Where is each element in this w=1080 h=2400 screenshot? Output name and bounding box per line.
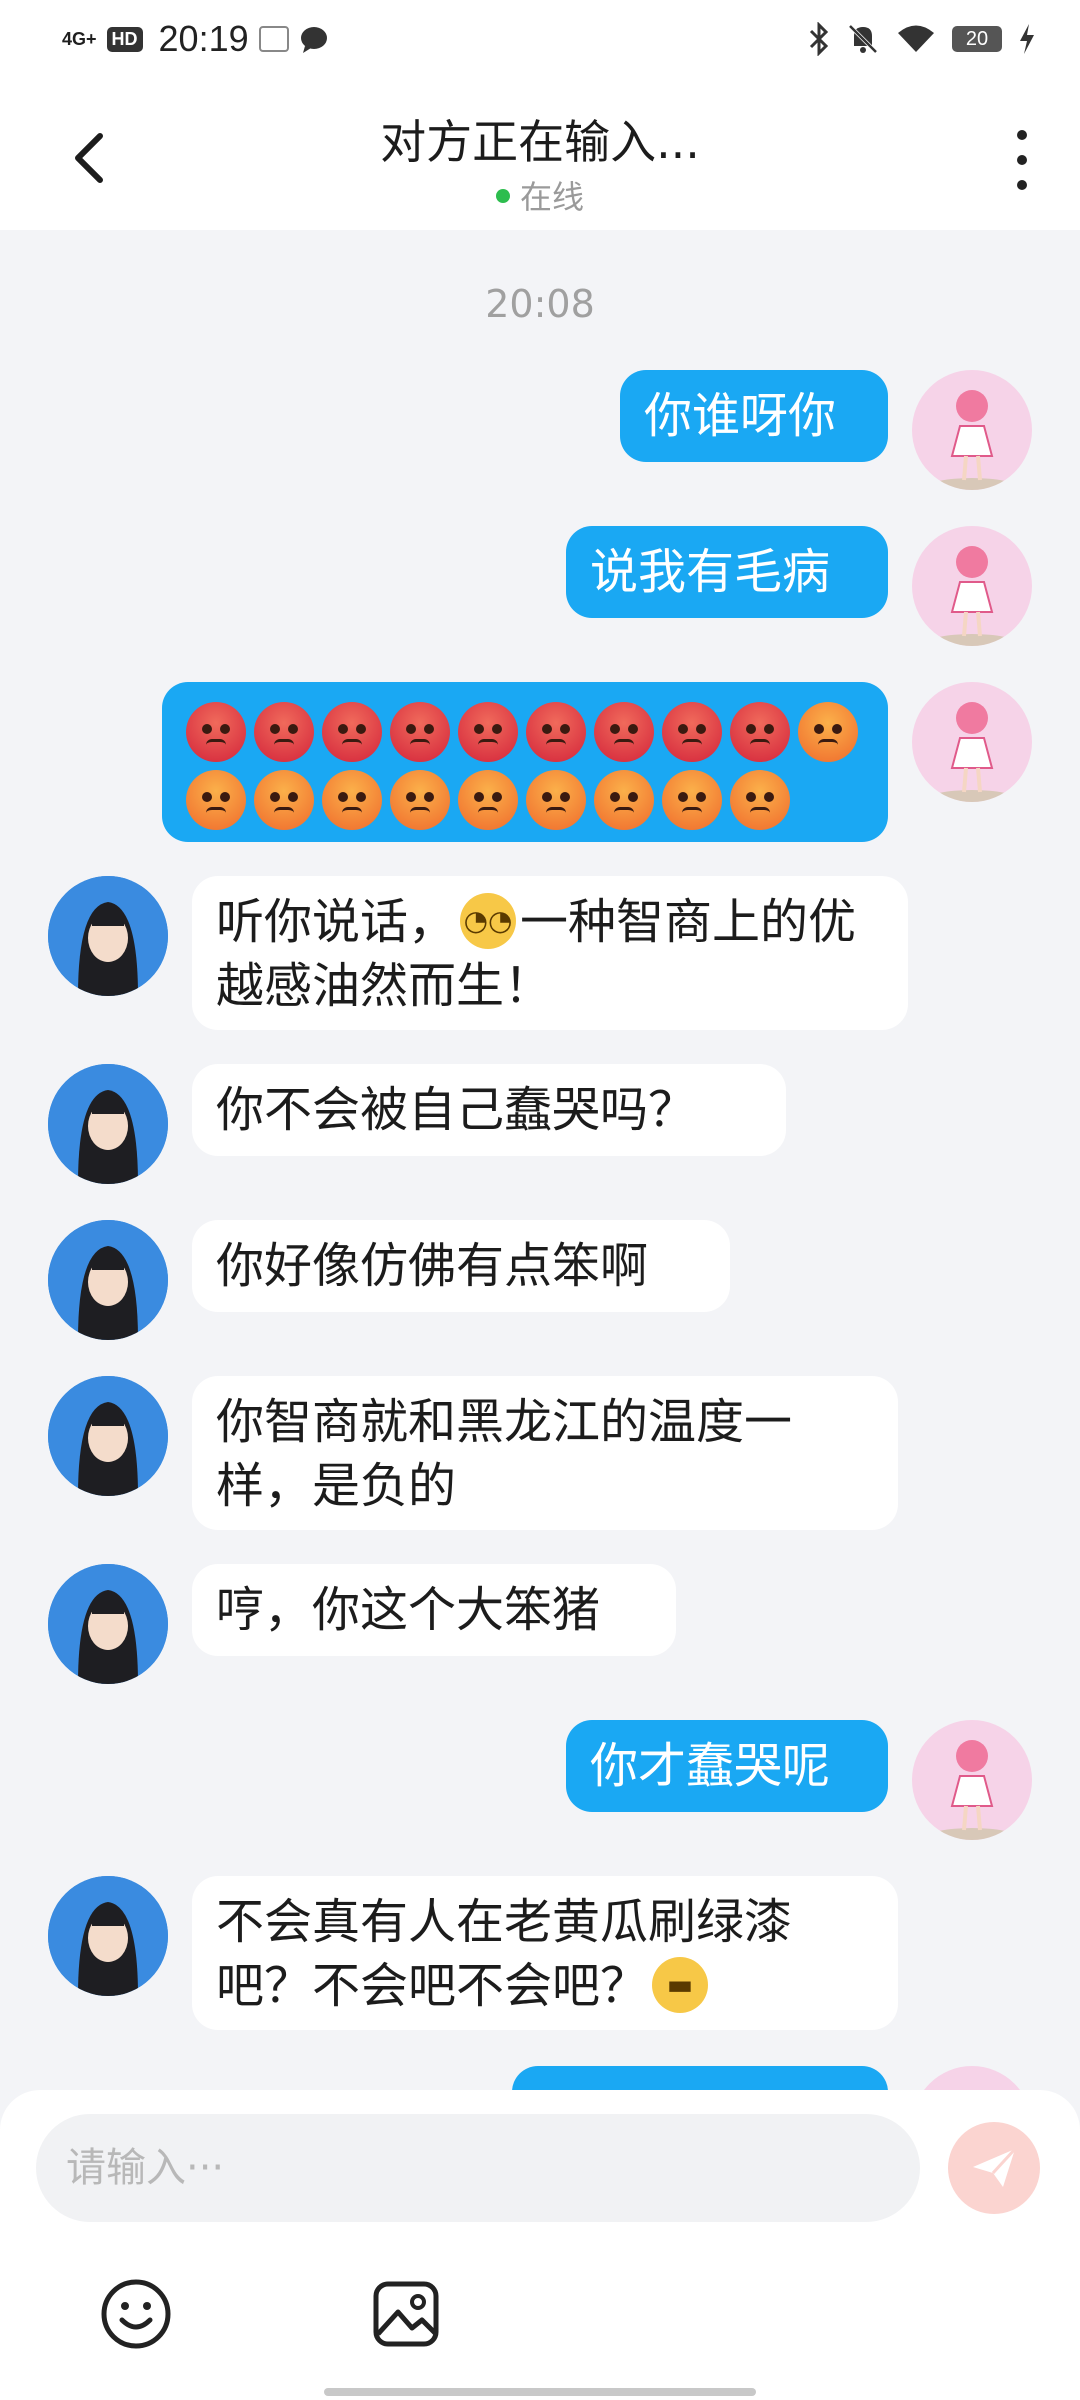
chat-title: 对方正在输入... — [380, 115, 700, 169]
home-indicator[interactable] — [324, 2388, 756, 2396]
my-avatar[interactable] — [912, 1720, 1032, 1840]
message-bubble-received[interactable]: 听你说话， ◔◔ 一种智商上的优越感油然而生！ — [192, 876, 908, 1030]
network-indicator: 4G+ — [62, 29, 97, 49]
message-bubble-received[interactable]: 你好像仿佛有点笨啊 — [192, 1220, 730, 1312]
send-icon — [973, 2147, 1017, 2187]
angry-face-icon — [662, 770, 722, 830]
angry-face-icon — [322, 702, 382, 762]
contact-avatar[interactable] — [48, 1064, 168, 1184]
angry-face-icon — [526, 702, 586, 762]
message-timestamp: 20:08 — [485, 282, 595, 326]
angry-face-icon — [594, 702, 654, 762]
bluetooth-icon — [809, 22, 829, 56]
angry-face-icon — [730, 770, 790, 830]
angry-emoji-group — [186, 696, 866, 830]
angry-face-icon — [730, 702, 790, 762]
message-bubble-sent[interactable]: 你才蠢哭呢 — [566, 1720, 888, 1812]
angry-face-icon — [798, 702, 858, 762]
message-bubble-sent[interactable]: 说我有毛病 — [566, 526, 888, 618]
eye-roll-emoji-icon: ◔◔ — [460, 893, 517, 949]
angry-face-icon — [322, 770, 382, 830]
my-avatar[interactable] — [912, 682, 1032, 802]
contact-avatar[interactable] — [48, 1376, 168, 1496]
gallery-notification-icon — [258, 26, 289, 52]
my-avatar[interactable] — [912, 2066, 1032, 2090]
angry-face-icon — [186, 770, 246, 830]
battery-indicator: 20 — [952, 26, 1002, 52]
message-text: 听你说话， — [216, 894, 457, 950]
hd-badge: HD — [106, 26, 143, 52]
angry-face-icon — [254, 702, 314, 762]
message-list[interactable]: 20:08 你谁呀你 说我有毛病 听你说话， ◔◔ 一种智商上的优越感油然而生！… — [0, 230, 1080, 2090]
message-bubble-received[interactable]: 不会真有人在老黄瓜刷绿漆吧？不会吧不会吧？ ▬ — [192, 1876, 898, 2030]
message-bubble-sent-emoji[interactable] — [162, 682, 888, 842]
angry-face-icon — [526, 770, 586, 830]
my-avatar[interactable] — [912, 526, 1032, 646]
message-bubble-received[interactable]: 哼，你这个大笨猪 — [192, 1564, 676, 1656]
status-bar: 4G+ HD 20:19 20 — [0, 0, 1080, 86]
message-bubble-received[interactable]: 你不会被自己蠢哭吗？ — [192, 1064, 786, 1156]
angry-face-icon — [390, 770, 450, 830]
status-time: 20:19 — [158, 18, 249, 59]
send-button[interactable] — [948, 2122, 1040, 2214]
contact-avatar[interactable] — [48, 1564, 168, 1684]
online-dot-icon — [495, 189, 510, 203]
contact-avatar[interactable] — [48, 876, 168, 996]
smiley-icon — [101, 2279, 171, 2349]
emoji-button[interactable] — [98, 2276, 174, 2352]
angry-face-icon — [254, 770, 314, 830]
message-input[interactable]: 请输入··· — [36, 2114, 920, 2222]
message-bubble-sent[interactable]: 你谁呀你 — [620, 370, 888, 462]
my-avatar[interactable] — [912, 370, 1032, 490]
message-bubble-sent[interactable] — [512, 2066, 888, 2090]
online-status-label: 在线 — [519, 178, 584, 216]
contact-avatar[interactable] — [48, 1876, 168, 1996]
image-button[interactable] — [368, 2276, 444, 2352]
message-composer: 请输入··· — [0, 2090, 1080, 2400]
mute-icon — [848, 24, 878, 54]
image-icon — [373, 2281, 439, 2347]
more-options-button[interactable] — [1010, 130, 1034, 190]
message-bubble-received[interactable]: 你智商就和黑龙江的温度一样，是负的 — [192, 1376, 898, 1530]
online-status: 在线 — [0, 172, 1080, 218]
angry-face-icon — [186, 702, 246, 762]
charging-icon — [1020, 24, 1034, 54]
angry-face-icon — [458, 770, 518, 830]
angry-face-icon — [594, 770, 654, 830]
contact-avatar[interactable] — [48, 1220, 168, 1340]
angry-face-icon — [390, 702, 450, 762]
wifi-icon — [898, 25, 934, 52]
chat-notification-icon — [300, 27, 327, 53]
angry-face-icon — [458, 702, 518, 762]
chat-header: 对方正在输入... 在线 — [0, 86, 1080, 230]
angry-face-icon — [662, 702, 722, 762]
grin-emoji-icon: ▬ — [652, 1957, 709, 2013]
